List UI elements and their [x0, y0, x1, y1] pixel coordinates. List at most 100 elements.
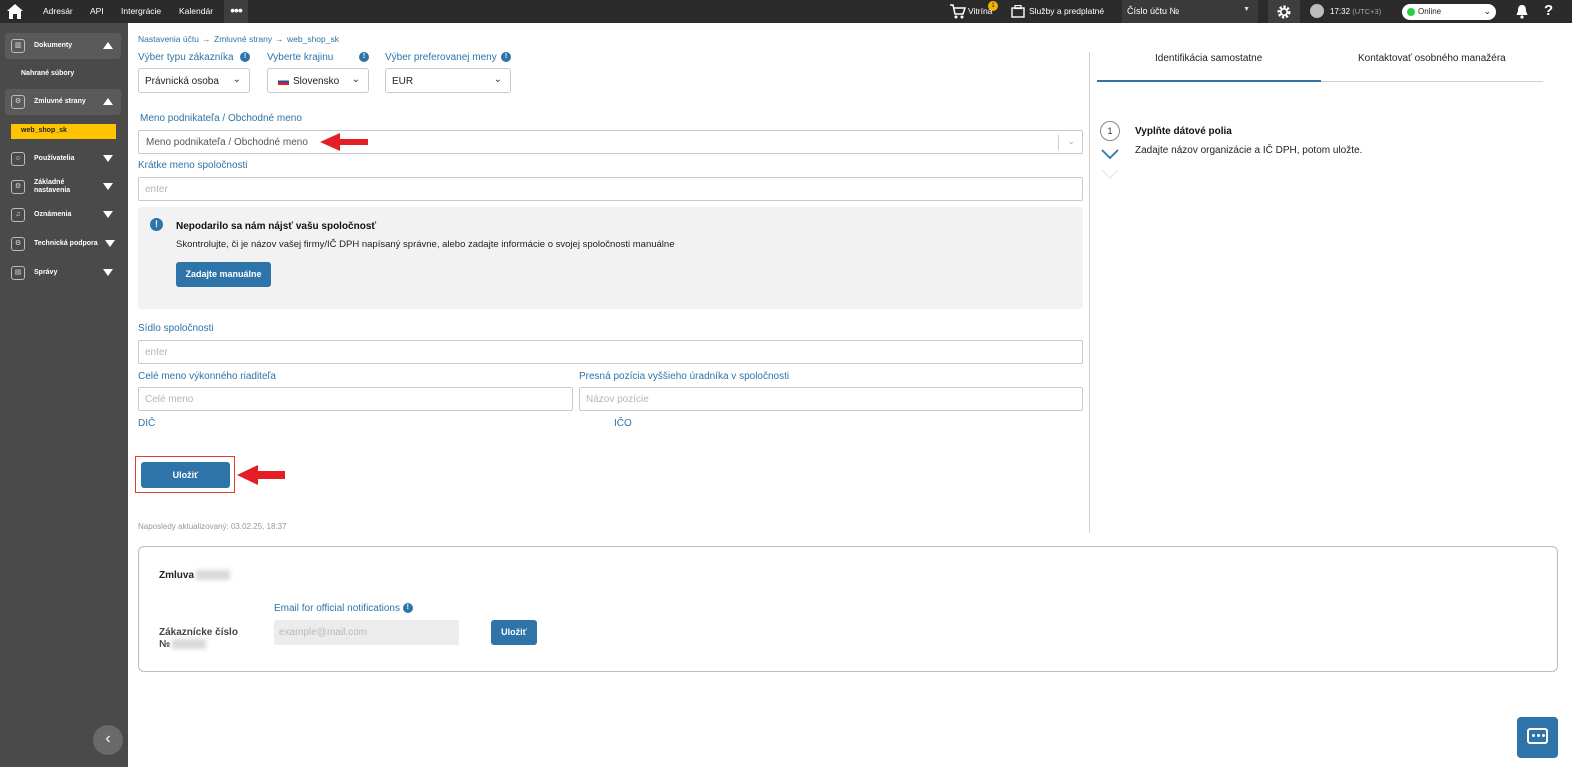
info-icon[interactable]: !: [359, 52, 369, 62]
contract-card: Zmluva Zákaznícke číslo № Email for offic…: [138, 546, 1558, 672]
status-label: Online: [1418, 7, 1442, 16]
info-icon[interactable]: !: [240, 52, 250, 62]
active-tab-indicator: [1097, 80, 1321, 82]
chevron-down-icon: [103, 269, 113, 276]
redacted-value: [172, 639, 207, 650]
address-label: Sídlo spoločnosti: [138, 323, 214, 334]
user-icon: ☺: [11, 152, 25, 166]
last-updated-text: Naposledy aktualizovaný: 03.02.25, 18:37: [138, 522, 287, 531]
status-select[interactable]: Online ⌄: [1402, 4, 1496, 20]
divider: [1321, 81, 1543, 82]
chevron-down-icon: ⌄: [1067, 136, 1075, 146]
collapse-sidebar-button[interactable]: ‹: [93, 725, 123, 755]
country-label: Vyberte krajinu: [267, 52, 334, 63]
chevron-down-icon: ▼: [1243, 6, 1250, 13]
breadcrumb-item-current: web_shop_sk: [287, 34, 339, 44]
ico-label: IČO: [614, 418, 632, 429]
slovakia-flag-icon: [278, 78, 289, 85]
customer-number-label: Zákaznícke číslo №: [159, 627, 238, 650]
gear-icon: ⚙: [11, 237, 25, 251]
report-icon: ▤: [11, 266, 25, 280]
sidebar-item-label: Správy: [34, 269, 58, 276]
chevron-down-icon: ⌄: [351, 74, 360, 85]
red-arrow-annotation: [320, 133, 368, 151]
divider: [1058, 135, 1059, 150]
tab-identify-self[interactable]: Identifikácia samostatne: [1155, 53, 1262, 64]
email-input[interactable]: [274, 620, 459, 645]
avatar[interactable]: [1310, 4, 1324, 18]
help-icon[interactable]: ?: [1544, 2, 1553, 19]
chevron-down-icon: [103, 155, 113, 162]
sidebar-item-parties[interactable]: ⚙ Zmluvné strany: [5, 89, 121, 115]
ceo-name-input[interactable]: [138, 387, 573, 411]
red-arrow-annotation: [237, 465, 285, 485]
breadcrumb-item[interactable]: Nastavenia účtu: [138, 34, 199, 44]
sidebar-item-label: Technická podpora: [34, 240, 98, 247]
sidebar-item-uploaded-files[interactable]: Nahrané súbory: [21, 70, 74, 77]
position-label: Presná pozícia vyššieho úradníka v spolo…: [579, 371, 790, 382]
business-name-label: Meno podnikateľa / Obchodné meno: [140, 113, 302, 124]
settings-button[interactable]: [1268, 0, 1300, 23]
sidebar-item-documents[interactable]: ▥ Dokumenty: [5, 33, 121, 59]
chevron-down-icon[interactable]: [1101, 148, 1119, 160]
clock: 17:32 (UTC+3): [1330, 7, 1382, 16]
sidebar: ▥ Dokumenty Nahrané súbory ⚙ Zmluvné str…: [0, 23, 128, 767]
sidebar-item-support[interactable]: ⚙ Technická podpora: [5, 231, 121, 257]
sidebar-item-label: Základné nastavenia: [34, 179, 71, 194]
gear-icon: [1277, 5, 1291, 19]
info-icon[interactable]: !: [501, 52, 511, 62]
nav-api[interactable]: API: [90, 6, 104, 16]
bell-icon: ♫: [11, 208, 25, 222]
address-input[interactable]: [138, 340, 1083, 364]
bell-icon[interactable]: [1514, 4, 1530, 19]
business-name-combobox[interactable]: Meno podnikateľa / Obchodné meno ⌄: [138, 130, 1083, 154]
services-icon: [1011, 5, 1025, 18]
documents-icon: ▥: [11, 39, 25, 53]
sidebar-item-label: Dokumenty: [34, 42, 73, 49]
business-name-placeholder: Meno podnikateľa / Obchodné meno: [146, 137, 308, 148]
breadcrumb-item[interactable]: Zmluvné strany: [214, 34, 272, 44]
position-input[interactable]: [579, 387, 1083, 411]
sidebar-item-web-shop-sk[interactable]: web_shop_sk: [11, 124, 116, 139]
nav-integracie[interactable]: Intergrácie: [121, 6, 161, 16]
account-number-select[interactable]: Číslo účtu № ▼: [1122, 0, 1258, 23]
chat-button[interactable]: [1517, 717, 1558, 758]
chevron-down-icon: [103, 211, 113, 218]
home-icon[interactable]: [6, 3, 24, 20]
nav-storefront[interactable]: Vitrína: [968, 6, 992, 16]
chevron-up-icon: [103, 42, 113, 49]
chevron-down-icon: ⌄: [232, 74, 241, 85]
chat-icon: [1527, 728, 1548, 744]
info-icon[interactable]: !: [402, 603, 413, 613]
divider: [1089, 52, 1090, 533]
contract-save-button[interactable]: Uložiť: [491, 620, 537, 645]
step-number: 1: [1100, 121, 1120, 141]
chevron-down-icon: [105, 240, 115, 247]
short-name-input[interactable]: [138, 177, 1083, 201]
customer-type-select[interactable]: Právnická osoba ⌄: [138, 68, 250, 93]
sidebar-item-reports[interactable]: ▤ Správy: [5, 260, 121, 286]
country-select[interactable]: Slovensko ⌄: [267, 68, 369, 93]
sidebar-item-label: Oznámenia: [34, 211, 72, 218]
tab-contact-manager[interactable]: Kontaktovať osobného manažéra: [1358, 53, 1506, 64]
contract-title: Zmluva: [159, 570, 231, 581]
manual-entry-button[interactable]: Zadajte manuálne: [176, 262, 271, 287]
more-menu-button[interactable]: •••: [224, 0, 248, 23]
currency-select[interactable]: EUR ⌄: [385, 68, 511, 93]
redacted-value: [196, 570, 231, 581]
save-button[interactable]: Uložiť: [141, 462, 230, 488]
currency-label: Výber preferovanej meny: [385, 52, 497, 63]
sidebar-item-users[interactable]: ☺ Používatelia: [5, 146, 121, 172]
chevron-down-icon: ⌄: [1483, 6, 1491, 16]
nav-kalendar[interactable]: Kalendár: [179, 6, 213, 16]
nav-adresar[interactable]: Adresár: [43, 6, 73, 16]
top-bar: Adresár API Intergrácie Kalendár ••• 1 V…: [0, 0, 1572, 23]
cart-icon[interactable]: [950, 4, 966, 19]
gear-icon: ⚙: [11, 95, 25, 109]
sidebar-item-notifications[interactable]: ♫ Oznámenia: [5, 202, 121, 228]
nav-services[interactable]: Služby a predplatné: [1029, 6, 1104, 16]
step-title: Vyplňte dátové polia: [1135, 126, 1232, 137]
step-description: Zadajte názov organizácie a IČ DPH, poto…: [1135, 145, 1363, 156]
sidebar-item-basic-settings[interactable]: ⚙ Základné nastavenia: [5, 174, 121, 200]
chevron-down-icon: [103, 183, 113, 190]
